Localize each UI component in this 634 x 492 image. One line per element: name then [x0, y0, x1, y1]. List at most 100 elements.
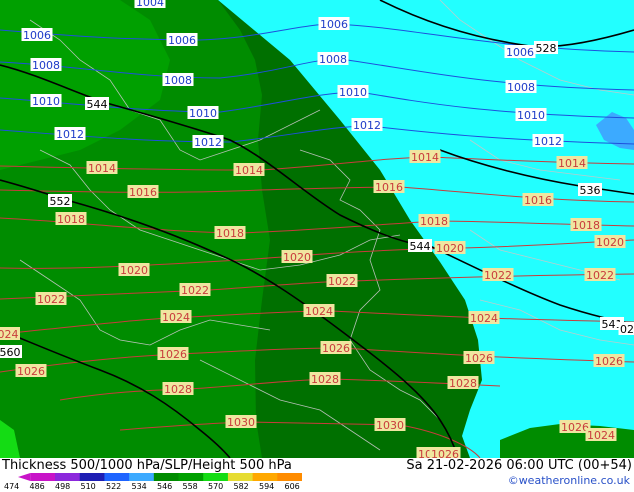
svg-text:1024: 1024 [305, 305, 333, 318]
svg-text:528: 528 [536, 42, 557, 55]
isobar-label: 1020 [595, 235, 626, 249]
colorbar-segment [228, 473, 253, 481]
isobar-label: 1022 [585, 268, 616, 282]
isobar-label: 1012 [55, 127, 86, 141]
colorbar-segment [253, 473, 278, 481]
isobar-label: 1008 [31, 58, 62, 72]
isobar-label: 1026 [321, 341, 352, 355]
svg-text:1020: 1020 [120, 264, 148, 277]
svg-text:1014: 1014 [558, 157, 586, 170]
isobar-label: 1018 [419, 214, 450, 228]
isobar-label: 1016 [128, 185, 159, 199]
svg-text:1010: 1010 [517, 109, 545, 122]
isobar-label: 1008 [163, 73, 194, 87]
isobar-label: 1006 [22, 28, 53, 42]
isobar-label: 1026 [16, 364, 47, 378]
svg-text:1026: 1026 [17, 365, 45, 378]
geopotential-label: 544 [408, 239, 432, 253]
svg-text:1024: 1024 [587, 429, 615, 442]
svg-text:1012: 1012 [194, 136, 222, 149]
svg-text:552: 552 [50, 195, 71, 208]
svg-text:1022: 1022 [181, 284, 209, 297]
isobar-label: 1008 [506, 80, 537, 94]
isobar-label: 1018 [571, 218, 602, 232]
geopotential-label: 528 [534, 41, 558, 55]
isobar-label: 1016 [374, 180, 405, 194]
svg-text:1022: 1022 [484, 269, 512, 282]
colorbar-segment [277, 473, 302, 481]
svg-text:1018: 1018 [57, 213, 85, 226]
svg-text:1010: 1010 [339, 86, 367, 99]
svg-text:1022: 1022 [37, 293, 65, 306]
isobar-label: 1006 [505, 45, 536, 59]
svg-text:1006: 1006 [23, 29, 51, 42]
isobar-label: 1022 [180, 283, 211, 297]
isobar-label: 024 [0, 327, 20, 341]
svg-text:536: 536 [580, 184, 601, 197]
svg-text:024: 024 [0, 328, 19, 341]
isobar-label: 1030 [226, 415, 257, 429]
svg-text:1016: 1016 [375, 181, 403, 194]
isobar-label: 1010 [31, 94, 62, 108]
colorbar-segment [104, 473, 129, 481]
svg-text:1008: 1008 [32, 59, 60, 72]
svg-text:1026: 1026 [322, 342, 350, 355]
isobar-label: 1008 [318, 52, 349, 66]
isobar-label: 1012 [193, 135, 224, 149]
isobar-label: 1012 [352, 118, 383, 132]
map-footer: Thickness 500/1000 hPa/SLP/Height 500 hP… [0, 458, 634, 490]
isobar-label: 1028 [448, 376, 479, 390]
svg-text:1018: 1018 [572, 219, 600, 232]
svg-text:1028: 1028 [449, 377, 477, 390]
svg-text:1028: 1028 [311, 373, 339, 386]
svg-text:1022: 1022 [586, 269, 614, 282]
svg-text:1008: 1008 [319, 53, 347, 66]
svg-text:1020: 1020 [436, 242, 464, 255]
svg-text:1006: 1006 [506, 46, 534, 59]
isobar-label: 1006 [167, 33, 198, 47]
map-canvas: 1004100610061006100610081008100810081010… [0, 0, 634, 458]
colorbar-arrow [18, 473, 30, 481]
colorbar-segment [30, 473, 55, 481]
colorbar-ticks: 474486498510522534546558570582594606 [4, 482, 324, 492]
svg-text:1030: 1030 [227, 416, 255, 429]
isobar-label: 1026 [594, 354, 625, 368]
svg-text:1018: 1018 [216, 227, 244, 240]
isobar-label: 1014 [410, 150, 441, 164]
weather-map: 1004100610061006100610081008100810081010… [0, 0, 634, 458]
svg-text:1018: 1018 [420, 215, 448, 228]
svg-text:1016: 1016 [524, 194, 552, 207]
svg-text:544: 544 [87, 98, 108, 111]
colorbar-segment [80, 473, 105, 481]
svg-text:1030: 1030 [376, 419, 404, 432]
isobar-label: 1022 [36, 292, 67, 306]
geopotential-label: 552 [48, 194, 72, 208]
svg-text:1020: 1020 [596, 236, 624, 249]
svg-text:1028: 1028 [164, 383, 192, 396]
svg-text:02: 02 [620, 323, 634, 336]
colorbar-segment [203, 473, 228, 481]
svg-text:1026: 1026 [431, 448, 459, 458]
colorbar-segment [154, 473, 179, 481]
colorbar [18, 473, 302, 481]
isobar-label: 1024 [469, 311, 500, 325]
isobar-label: 1014 [87, 161, 118, 175]
isobar-label: 1030 [375, 418, 406, 432]
svg-text:1016: 1016 [129, 186, 157, 199]
svg-text:560: 560 [0, 346, 21, 359]
isobar-label: 1028 [163, 382, 194, 396]
credit-link[interactable]: ©weatheronline.co.uk [508, 474, 630, 487]
svg-text:1026: 1026 [465, 352, 493, 365]
svg-text:1014: 1014 [235, 164, 263, 177]
svg-text:544: 544 [410, 240, 431, 253]
isobar-label: 1018 [215, 226, 246, 240]
valid-time: Sa 21-02-2026 06:00 UTC (00+54) [406, 458, 632, 473]
svg-text:1006: 1006 [168, 34, 196, 47]
isobar-label: 1010 [188, 106, 219, 120]
isobar-label: 1010 [338, 85, 369, 99]
svg-text:1024: 1024 [162, 311, 190, 324]
svg-text:1010: 1010 [189, 107, 217, 120]
svg-text:1026: 1026 [595, 355, 623, 368]
isobar-label: 1014 [557, 156, 588, 170]
svg-text:1022: 1022 [328, 275, 356, 288]
